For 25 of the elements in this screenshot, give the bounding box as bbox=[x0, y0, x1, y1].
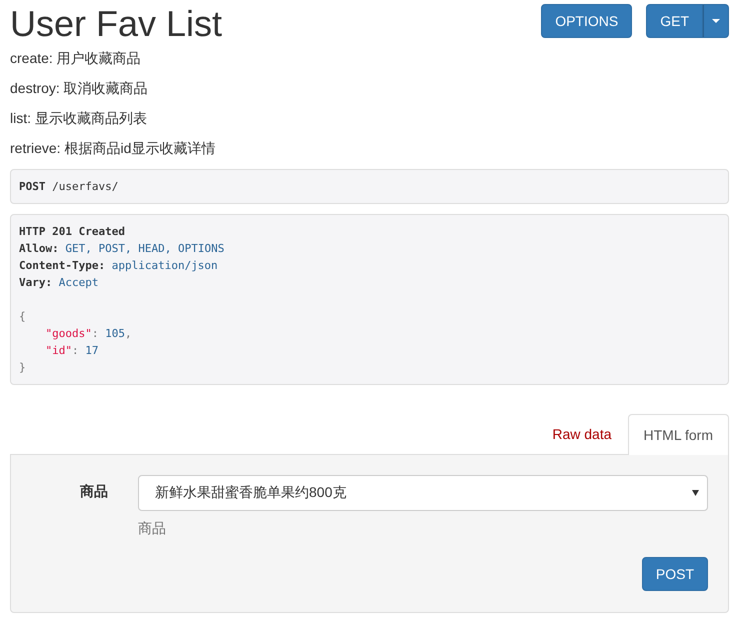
tab[interactable]: Raw data bbox=[536, 413, 628, 454]
response-status: HTTP 201 Created bbox=[19, 224, 125, 240]
get-button[interactable]: GET bbox=[646, 4, 703, 38]
response-header: Content-Type: application/json bbox=[19, 258, 218, 274]
json-line: } bbox=[19, 360, 26, 376]
field-label: 商品 bbox=[79, 482, 109, 501]
json-line: { bbox=[19, 309, 26, 325]
json-line: "goods": 105, bbox=[45, 326, 132, 342]
options-button[interactable]: OPTIONS bbox=[541, 4, 632, 38]
post-button[interactable]: POST bbox=[642, 557, 708, 591]
response-header: Allow: GET, POST, HEAD, OPTIONS bbox=[19, 241, 224, 257]
select-field[interactable]: 新鲜水果甜蜜香脆单果约800克 bbox=[138, 475, 708, 511]
response-header: Vary: Accept bbox=[19, 275, 98, 291]
help-text: 商品 bbox=[138, 520, 167, 538]
description-line: create: 用户收藏商品 bbox=[10, 49, 142, 68]
dropdown-arrow-icon bbox=[692, 490, 699, 496]
tab[interactable]: HTML form bbox=[628, 414, 729, 455]
json-line: "id": 17 bbox=[45, 343, 98, 359]
page-title: User Fav List bbox=[10, 2, 222, 46]
caret-icon bbox=[712, 19, 720, 23]
dropdown-toggle-button[interactable] bbox=[703, 4, 729, 38]
description-line: retrieve: 根据商品id显示收藏详情 bbox=[10, 139, 216, 158]
description-line: list: 显示收藏商品列表 bbox=[10, 109, 148, 128]
description-line: destroy: 取消收藏商品 bbox=[10, 79, 149, 98]
request-line: POST /userfavs/ bbox=[19, 179, 118, 195]
